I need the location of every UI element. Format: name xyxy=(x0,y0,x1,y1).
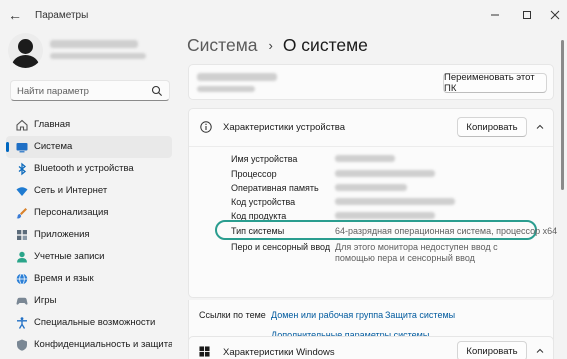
wifi-icon xyxy=(16,187,28,196)
sidebar-item-network[interactable]: Сеть и Интернет xyxy=(6,180,172,202)
sidebar-item-system[interactable]: Система xyxy=(6,136,172,158)
window-title: Параметры xyxy=(35,10,89,21)
spec-value-redacted xyxy=(335,170,435,177)
sidebar-item-label: Игры xyxy=(34,295,57,306)
avatar-body xyxy=(12,55,39,68)
user-email-redacted xyxy=(50,53,146,59)
close-icon xyxy=(550,10,560,20)
sidebar-item-label: Система xyxy=(34,141,73,152)
pc-name-card: Переименовать этот ПК xyxy=(188,64,554,100)
spec-label: Процессор xyxy=(231,169,277,179)
breadcrumb-parent[interactable]: Система xyxy=(187,35,257,56)
globe-icon xyxy=(16,273,28,285)
windows-specs-card: Характеристики Windows Копировать xyxy=(188,336,554,359)
maximize-icon xyxy=(523,11,531,19)
spec-label: Тип системы xyxy=(231,226,285,236)
spec-label: Код устройства xyxy=(231,197,296,207)
minimize-button[interactable] xyxy=(480,4,510,26)
sidebar-item-label: Приложения xyxy=(34,229,90,240)
sidebar-item-label: Конфиденциальность и защита xyxy=(34,339,172,350)
device-specs-card: Характеристики устройства Копировать Имя… xyxy=(188,108,558,298)
home-icon xyxy=(16,119,28,131)
chevron-right-icon: › xyxy=(268,37,273,53)
pc-name-redacted xyxy=(197,73,277,81)
account-icon xyxy=(17,251,27,263)
apps-icon xyxy=(17,230,27,240)
windows-logo-icon xyxy=(199,346,210,357)
device-specs-title: Характеристики устройства xyxy=(223,122,346,133)
sidebar-item-label: Время и язык xyxy=(34,273,94,284)
close-button[interactable] xyxy=(540,4,567,26)
maximize-button[interactable] xyxy=(512,4,542,26)
info-icon xyxy=(200,121,212,133)
system-type-value: 64-разрядная операционная система, проце… xyxy=(335,226,558,236)
spec-label: Перо и сенсорный ввод xyxy=(231,242,331,252)
pc-model-redacted xyxy=(197,86,255,92)
avatar-head xyxy=(18,39,33,54)
settings-window: ← Параметры Найти параметр Главная Систе… xyxy=(0,0,567,359)
avatar[interactable] xyxy=(8,33,43,68)
sidebar-item-label: Главная xyxy=(34,119,71,130)
active-indicator xyxy=(6,142,9,152)
shield-icon xyxy=(17,339,27,351)
brush-icon xyxy=(16,208,27,219)
minimize-icon xyxy=(491,14,499,16)
sidebar-item-label: Учетные записи xyxy=(34,251,105,262)
sidebar-item-label: Персонализация xyxy=(34,207,109,218)
sidebar-item-apps[interactable]: Приложения xyxy=(6,224,172,246)
spec-value-redacted xyxy=(335,184,407,191)
user-name-redacted xyxy=(50,40,138,48)
spec-value-redacted xyxy=(335,212,435,219)
related-links-title: Ссылки по теме xyxy=(199,310,266,320)
sidebar: Главная Система Bluetooth и устройства С… xyxy=(0,30,180,359)
main-content: Система › О системе Переименовать этот П… xyxy=(180,30,567,359)
chevron-up-icon[interactable] xyxy=(535,122,545,132)
search-icon[interactable] xyxy=(151,85,163,97)
sidebar-item-accounts[interactable]: Учетные записи xyxy=(6,246,172,268)
link-system-protection[interactable]: Защита системы xyxy=(385,310,455,320)
accessibility-icon xyxy=(17,317,27,329)
scrollbar[interactable] xyxy=(561,40,564,190)
system-icon xyxy=(16,143,28,153)
sidebar-item-bluetooth[interactable]: Bluetooth и устройства xyxy=(6,158,172,180)
sidebar-item-personalization[interactable]: Персонализация xyxy=(6,202,172,224)
sidebar-item-label: Bluetooth и устройства xyxy=(34,163,134,174)
spec-label: Имя устройства xyxy=(231,154,298,164)
copy-device-specs-button[interactable]: Копировать xyxy=(457,117,527,137)
sidebar-item-time-language[interactable]: Время и язык xyxy=(6,268,172,290)
search-input[interactable] xyxy=(17,84,152,98)
copy-windows-specs-button[interactable]: Копировать xyxy=(457,341,527,359)
sidebar-item-home[interactable]: Главная xyxy=(6,114,172,136)
bluetooth-icon xyxy=(18,162,27,176)
breadcrumb: Система › О системе xyxy=(187,34,368,56)
spec-value-redacted xyxy=(335,198,455,205)
spec-label: Оперативная память xyxy=(231,183,319,193)
sidebar-item-accessibility[interactable]: Специальные возможности xyxy=(6,312,172,334)
back-arrow-icon[interactable]: ← xyxy=(8,7,22,23)
page-title: О системе xyxy=(282,34,368,55)
windows-specs-title: Характеристики Windows xyxy=(223,347,335,358)
sidebar-item-gaming[interactable]: Игры xyxy=(6,290,172,312)
chevron-up-icon[interactable] xyxy=(535,346,545,356)
divider xyxy=(189,146,553,147)
link-domain-workgroup[interactable]: Домен или рабочая группа xyxy=(271,310,383,320)
search-box[interactable] xyxy=(10,80,170,101)
sidebar-item-label: Сеть и Интернет xyxy=(34,185,108,196)
spec-value-redacted xyxy=(335,155,395,162)
pen-touch-value: Для этого монитора недоступен ввод с пом… xyxy=(335,242,498,263)
title-bar: ← Параметры xyxy=(0,0,567,30)
sidebar-item-label: Специальные возможности xyxy=(34,317,156,328)
gamepad-icon xyxy=(16,297,28,305)
sidebar-item-privacy[interactable]: Конфиденциальность и защита xyxy=(6,334,172,352)
rename-pc-button[interactable]: Переименовать этот ПК xyxy=(443,72,547,94)
